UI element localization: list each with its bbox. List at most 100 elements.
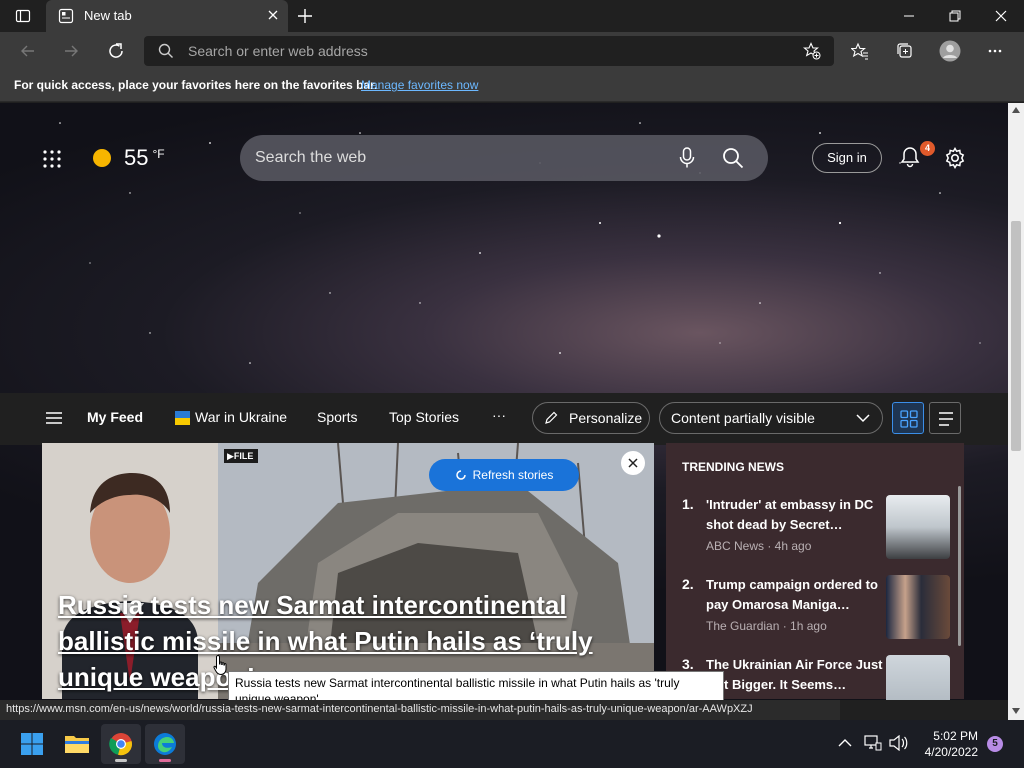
- trending-title[interactable]: Trump campaign ordered to pay Omarosa Ma…: [706, 575, 884, 615]
- restore-icon: [949, 10, 961, 22]
- feed-navigation: My Feed War in Ukraine Sports Top Storie…: [0, 393, 1008, 445]
- arrow-left-icon: [21, 45, 34, 57]
- address-toolbar: Search or enter web address: [0, 32, 1024, 70]
- close-window-button[interactable]: [978, 0, 1024, 32]
- weather-widget[interactable]: 55 °F: [92, 145, 165, 171]
- hamburger-icon: [46, 412, 62, 424]
- grid-layout-button[interactable]: [892, 402, 924, 434]
- profile-button[interactable]: [935, 36, 965, 66]
- chevron-down-icon: [856, 414, 870, 423]
- manage-favorites-link[interactable]: Manage favorites now: [361, 78, 478, 92]
- refresh-button[interactable]: [101, 36, 131, 66]
- add-favorite-icon[interactable]: [803, 42, 821, 60]
- tab-actions-icon[interactable]: [0, 0, 46, 32]
- settings-more-button[interactable]: [980, 36, 1010, 66]
- trending-item[interactable]: 1. 'Intruder' at embassy in DC shot dead…: [682, 495, 952, 565]
- nav-my-feed[interactable]: My Feed: [87, 409, 143, 425]
- weather-unit: °F: [152, 147, 165, 161]
- page-settings-button[interactable]: [944, 147, 966, 169]
- trending-rank: 2.: [682, 576, 694, 592]
- favorites-bar: For quick access, place your favorites h…: [0, 70, 1024, 102]
- personalize-button[interactable]: Personalize: [532, 402, 650, 434]
- start-button[interactable]: [12, 724, 52, 764]
- tab-title: New tab: [84, 8, 132, 23]
- new-tab-page: 55 °F Search the web Sign in 4 My Feed W…: [0, 103, 1008, 700]
- network-icon[interactable]: [864, 735, 882, 751]
- grid-icon: [900, 410, 918, 428]
- minimize-icon: [904, 15, 914, 17]
- refresh-stories-button[interactable]: Refresh stories: [429, 459, 579, 491]
- trending-title[interactable]: 'Intruder' at embassy in DC shot dead by…: [706, 495, 884, 535]
- feed-menu-button[interactable]: [45, 411, 63, 425]
- refresh-icon: [109, 43, 123, 58]
- back-button[interactable]: [13, 36, 43, 66]
- file-explorer-button[interactable]: [57, 724, 97, 764]
- favorites-message: For quick access, place your favorites h…: [14, 78, 378, 92]
- restore-button[interactable]: [932, 0, 978, 32]
- scroll-down-icon[interactable]: [1012, 708, 1020, 714]
- trending-rank: 3.: [682, 656, 694, 672]
- favorites-button[interactable]: [845, 36, 875, 66]
- sign-in-button[interactable]: Sign in: [812, 143, 882, 173]
- dismiss-hero-button[interactable]: [621, 451, 645, 475]
- windows-icon: [21, 733, 43, 755]
- ukraine-flag-icon: [175, 411, 190, 425]
- edge-taskbar-button[interactable]: [145, 724, 185, 764]
- notification-badge: 4: [920, 141, 935, 156]
- tab-new-tab[interactable]: New tab: [46, 0, 288, 32]
- trending-thumbnail: [886, 655, 950, 700]
- search-icon[interactable]: [722, 147, 744, 169]
- content-visibility-dropdown[interactable]: Content partially visible: [659, 402, 883, 434]
- address-bar[interactable]: Search or enter web address: [144, 36, 834, 66]
- edge-icon: [154, 733, 176, 755]
- microphone-icon[interactable]: [678, 147, 696, 169]
- trending-item[interactable]: 2. Trump campaign ordered to pay Omarosa…: [682, 575, 952, 645]
- chevron-up-icon[interactable]: [838, 738, 852, 748]
- collections-button[interactable]: [890, 36, 920, 66]
- gear-icon: [945, 147, 965, 169]
- trending-news-panel: TRENDING NEWS 1. 'Intruder' at embassy i…: [666, 443, 964, 700]
- spinner-icon: [455, 470, 466, 480]
- new-tab-button[interactable]: [282, 0, 328, 32]
- minimize-button[interactable]: [886, 0, 932, 32]
- close-icon: [628, 458, 638, 468]
- notifications-button[interactable]: [900, 146, 920, 168]
- close-icon: [995, 10, 1007, 22]
- sun-icon: [93, 149, 111, 167]
- waffle-icon: [43, 150, 61, 168]
- page-scrollbar[interactable]: [1008, 103, 1024, 720]
- personalize-label: Personalize: [569, 410, 643, 426]
- apps-launcher-button[interactable]: [42, 149, 62, 169]
- list-layout-button[interactable]: [929, 402, 961, 434]
- nav-war-in-ukraine[interactable]: War in Ukraine: [195, 409, 287, 425]
- trending-scrollbar[interactable]: [958, 486, 961, 646]
- arrow-right-icon: [65, 45, 78, 57]
- system-clock[interactable]: 5:02 PM 4/20/2022: [920, 728, 978, 760]
- list-icon: [939, 412, 953, 426]
- more-icon: [988, 49, 1002, 53]
- clock-time: 5:02 PM: [933, 729, 978, 743]
- close-tab-icon[interactable]: [266, 8, 280, 22]
- chrome-taskbar-button[interactable]: [101, 724, 141, 764]
- new-tab-icon: [58, 8, 74, 24]
- volume-icon[interactable]: [888, 735, 908, 751]
- forward-button[interactable]: [56, 36, 86, 66]
- notification-center-badge[interactable]: 5: [987, 736, 1003, 752]
- nav-top-stories[interactable]: Top Stories: [389, 409, 459, 425]
- scrollbar-thumb[interactable]: [1011, 221, 1021, 451]
- trending-rank: 1.: [682, 496, 694, 512]
- taskbar: 5:02 PM 4/20/2022 5: [0, 720, 1024, 768]
- weather-temp: 55: [124, 145, 149, 170]
- trending-title[interactable]: The Ukrainian Air Force Just Got Bigger.…: [706, 655, 884, 695]
- trending-thumbnail: [886, 575, 950, 639]
- trending-source: The Guardian · 1h ago: [706, 619, 827, 633]
- web-search-box[interactable]: Search the web: [240, 135, 768, 181]
- chrome-icon: [109, 733, 132, 756]
- collections-icon: [897, 43, 912, 58]
- scroll-up-icon[interactable]: [1012, 107, 1020, 113]
- nav-sports[interactable]: Sports: [317, 409, 357, 425]
- clock-date: 4/20/2022: [924, 745, 978, 759]
- nav-more-button[interactable]: ···: [492, 407, 506, 423]
- bell-icon: [900, 147, 920, 168]
- plus-icon: [298, 9, 312, 23]
